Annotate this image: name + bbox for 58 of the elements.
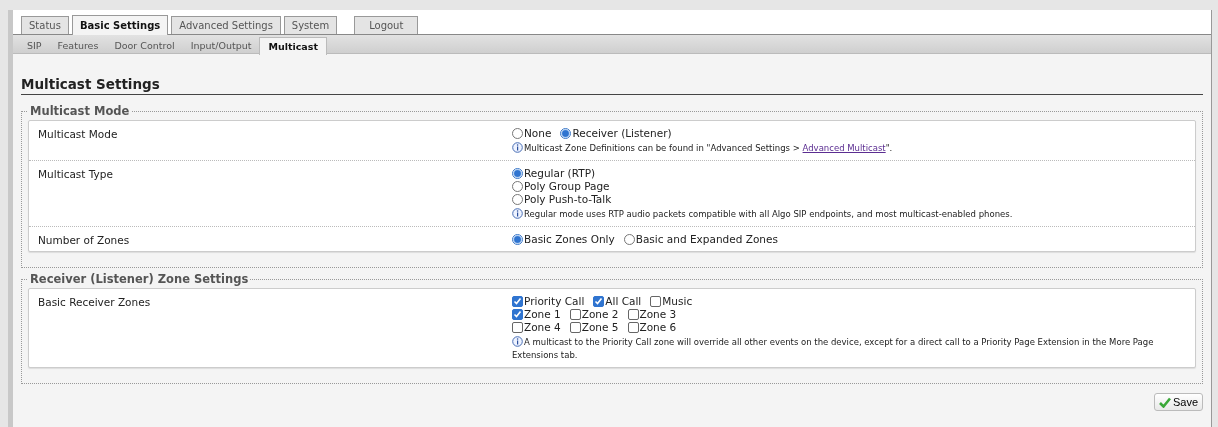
section-legend: Multicast Mode xyxy=(28,104,132,118)
tab[interactable]: Status xyxy=(21,16,69,34)
info-note: Multicast Zone Definitions can be found in "Advanced Settings > Advanced Multicast". xyxy=(512,142,1187,155)
radio-button[interactable] xyxy=(512,128,523,139)
checkbox[interactable] xyxy=(627,322,639,333)
option-label: Music xyxy=(662,295,693,308)
info-note: A multicast to the Priority Call zone will override all other events on the device, except for a direct call to a Priority Page Extension in the More Page Extensions tab. xyxy=(512,336,1155,362)
option-label: Zone 1 xyxy=(524,308,561,321)
field-label: Multicast Type xyxy=(38,167,114,182)
info-icon xyxy=(512,336,523,347)
option-label: Basic Zones Only xyxy=(524,233,615,246)
option-label: Poly Push-to-Talk xyxy=(524,193,612,206)
save-button[interactable]: Save xyxy=(1153,393,1203,411)
checkbox[interactable] xyxy=(512,309,523,320)
option-label: Zone 6 xyxy=(639,321,677,334)
option-label: Zone 5 xyxy=(581,321,619,334)
option-label: Zone 3 xyxy=(639,308,677,321)
tab[interactable]: Basic Settings xyxy=(71,15,169,35)
option-label: All Call xyxy=(605,295,642,308)
radio-button[interactable] xyxy=(512,194,523,205)
option-label: Zone 4 xyxy=(524,321,561,334)
option-label: Zone 2 xyxy=(581,308,619,321)
radio-button[interactable] xyxy=(512,168,523,179)
field-label: Number of Zones xyxy=(38,233,131,246)
subtab[interactable]: Multicast xyxy=(259,37,327,55)
option-label: Regular (RTP) xyxy=(524,167,596,180)
subtab[interactable]: Door Control xyxy=(106,37,183,53)
info-icon xyxy=(512,142,523,153)
option-label: Poly Group Page xyxy=(524,180,610,193)
option-label: Priority Call xyxy=(524,295,585,308)
check-icon xyxy=(1158,396,1171,408)
checkbox[interactable] xyxy=(593,296,605,307)
checkbox[interactable] xyxy=(650,296,662,307)
checkbox[interactable] xyxy=(569,322,581,333)
radio-button[interactable] xyxy=(512,234,523,245)
subtab[interactable]: SIP xyxy=(19,37,50,53)
tab[interactable]: Advanced Settings xyxy=(171,16,281,34)
checkbox[interactable] xyxy=(512,296,523,307)
subtab[interactable]: Input/Output xyxy=(182,37,260,53)
logout-button[interactable]: Logout xyxy=(354,16,419,34)
tab[interactable]: System xyxy=(283,16,338,34)
radio-button[interactable] xyxy=(560,128,572,139)
info-icon xyxy=(512,208,523,219)
section-legend: Receiver (Listener) Zone Settings xyxy=(28,272,251,286)
option-label: Receiver (Listener) xyxy=(572,127,672,140)
radio-button[interactable] xyxy=(623,234,635,245)
subtab[interactable]: Features xyxy=(49,37,107,53)
info-note: Regular mode uses RTP audio packets compatible with all Algo SIP endpoints, and most multicast-enabled phones. xyxy=(512,208,1187,221)
field-label: Multicast Mode xyxy=(38,127,119,142)
checkbox[interactable] xyxy=(569,309,581,320)
option-label: None xyxy=(524,127,552,140)
page-heading: Multicast Settings xyxy=(21,76,1203,95)
checkbox[interactable] xyxy=(627,309,639,320)
option-label: Basic and Expanded Zones xyxy=(635,233,778,246)
checkbox[interactable] xyxy=(512,322,523,333)
link[interactable]: Advanced Multicast xyxy=(802,143,886,153)
radio-button[interactable] xyxy=(512,181,523,192)
field-label: Basic Receiver Zones xyxy=(38,295,152,310)
